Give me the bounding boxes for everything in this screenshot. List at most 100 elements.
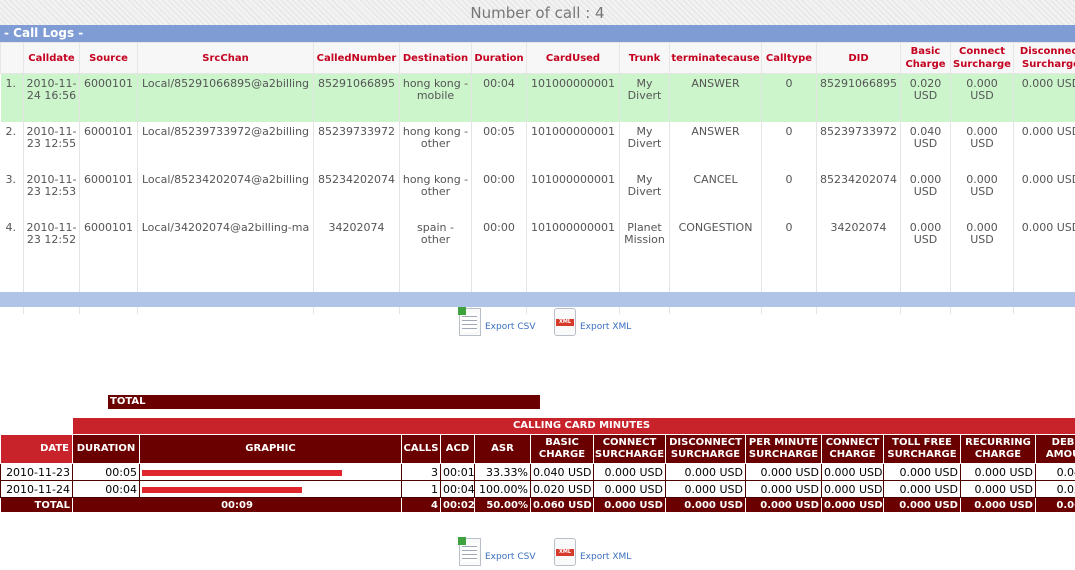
csv-file-icon[interactable] [458,537,481,566]
cell-basic-charge: 0.000 USD [900,218,951,266]
cell-srcchan: Local/85291066895@a2billing [137,73,314,122]
cell-trunk: My Divert [619,122,670,170]
cell-date: 2010-11-24 [0,480,73,498]
col-basic-charge: BASIC CHARGE [530,434,594,464]
total-debit-amount: 0.060 [1034,497,1075,513]
csv-file-icon[interactable] [458,307,481,336]
export-group-top: Export CSV [458,307,535,336]
corner-cell [0,417,73,435]
cell-destination: hong kong - mobile [399,73,472,122]
cell-connect-surcharge: 0.000 USD [950,170,1014,218]
total-calls: 4 [401,497,441,513]
cell-source: 6000101 [79,73,138,122]
col-connect-surcharge[interactable]: Connect Surcharge [950,42,1014,74]
cell-destination: spain - other [399,218,472,266]
cell-duration: 00:04 [471,73,527,122]
total-disconnect-surcharge: 0.000 USD [665,497,746,513]
table-footer-bar [0,292,1075,307]
col-calls: CALLS [401,434,441,464]
col-disconnect-surcharge: DISCONNECT SURCHARGE [665,434,746,464]
col-basic-charge[interactable]: Basic Charge [900,42,951,74]
cell-acd: 00:01 [440,463,475,481]
cell-destination: hong kong - other [399,122,472,170]
cell-source: 6000101 [79,122,138,170]
cell-basic-charge: 0.020 USD [530,480,594,498]
cell-callednumber: 85234202074 [313,170,400,218]
call-logs-table: Calldate Source SrcChan CalledNumber Des… [0,42,1075,314]
cell-disconnect-surcharge: 0.000 USD [1013,170,1075,218]
cell-recurring-charge: 0.000 USD [960,480,1036,498]
cell-terminatecause: ANSWER [669,122,762,170]
col-cardused[interactable]: CardUsed [526,42,620,74]
table-row[interactable]: 3. 2010-11-23 12:53 6000101 Local/852342… [0,170,1075,218]
cell-connect-surcharge: 0.000 USD [950,73,1014,122]
minutes-section-title: CALLING CARD MINUTES [71,417,1075,435]
cell-cardused: 101000000001 [526,170,620,218]
cell-calldate: 2010-11-23 12:53 [23,170,80,218]
call-logs-title: - Call Logs - [0,25,1075,42]
table-row[interactable]: 1. 2010-11-24 16:56 6000101 Local/852910… [0,73,1075,122]
cell-cardused: 101000000001 [526,122,620,170]
cell-per-minute-surcharge: 0.000 USD [745,480,822,498]
col-calltype[interactable]: Calltype [761,42,817,74]
col-calldate[interactable]: Calldate [23,42,80,74]
cell-terminatecause: ANSWER [669,73,762,122]
cell-connect-charge: 0.000 USD [821,463,884,481]
cell-did: 34202074 [816,218,901,266]
export-csv-link[interactable]: Export CSV [485,552,535,566]
totals-row: TOTAL 00:09 4 00:02 50.00% 0.060 USD 0.0… [0,497,1075,513]
col-callednumber[interactable]: CalledNumber [313,42,400,74]
export-xml-link[interactable]: Export XML [580,552,631,566]
row-index: 2. [0,122,24,170]
col-duration[interactable]: Duration [471,42,527,74]
cell-calldate: 2010-11-24 16:56 [23,73,80,122]
cell-acd: 00:04 [440,480,475,498]
col-graphic: GRAPHIC [139,434,402,464]
duration-bar [142,486,302,493]
col-connect-surcharge: CONNECT SURCHARGE [593,434,666,464]
col-source[interactable]: Source [79,42,138,74]
cell-connect-surcharge: 0.000 USD [950,122,1014,170]
cell-disconnect-surcharge: 0.000 USD [1013,218,1075,266]
cell-connect-surcharge: 0.000 USD [950,218,1014,266]
cell-cardused: 101000000001 [526,73,620,122]
total-per-minute-surcharge: 0.000 USD [745,497,822,513]
cell-did: 85234202074 [816,170,901,218]
total-label: TOTAL [0,497,73,513]
col-srcchan[interactable]: SrcChan [137,42,314,74]
col-acd: ACD [440,434,475,464]
cell-trunk: My Divert [619,73,670,122]
cell-calls: 3 [401,463,441,481]
table-row[interactable]: 2. 2010-11-23 12:55 6000101 Local/852397… [0,122,1075,170]
cell-basic-charge: 0.040 USD [530,463,594,481]
cell-calltype: 0 [761,218,817,266]
cell-terminatecause: CANCEL [669,170,762,218]
xml-file-icon[interactable] [554,538,576,566]
col-trunk[interactable]: Trunk [619,42,670,74]
cell-calldate: 2010-11-23 12:52 [23,218,80,266]
cell-asr: 33.33% [474,463,531,481]
table-row[interactable]: 4. 2010-11-23 12:52 6000101 Local/342020… [0,218,1075,266]
table-row: 2010-11-24 00:04 1 00:04 100.00% 0.020 U… [0,480,1075,498]
row-index: 4. [0,218,24,266]
minutes-title-row: CALLING CARD MINUTES [0,417,1075,435]
export-csv-link[interactable]: Export CSV [485,322,535,336]
cell-source: 6000101 [79,218,138,266]
col-recurring-charge: RECURRING CHARGE [960,434,1036,464]
cell-recurring-charge: 0.000 USD [960,463,1036,481]
total-acd: 00:02 [440,497,475,513]
col-terminatecause[interactable]: terminatecause [669,42,762,74]
cell-date: 2010-11-23 [0,463,73,481]
col-destination[interactable]: Destination [399,42,472,74]
cell-graphic [139,463,402,481]
cell-toll-free-surcharge: 0.000 USD [883,480,961,498]
cell-srcchan: Local/85239733972@a2billing [137,122,314,170]
export-xml-link[interactable]: Export XML [580,322,631,336]
cell-debit-amount: 0.040 [1034,463,1075,481]
call-count: Number of call : 4 [470,4,605,22]
col-disconnect-surcharge[interactable]: Disconnect Surcharge [1013,42,1075,74]
xml-file-icon[interactable] [554,308,576,336]
cell-calltype: 0 [761,170,817,218]
col-did[interactable]: DID [816,42,901,74]
cell-callednumber: 85239733972 [313,122,400,170]
